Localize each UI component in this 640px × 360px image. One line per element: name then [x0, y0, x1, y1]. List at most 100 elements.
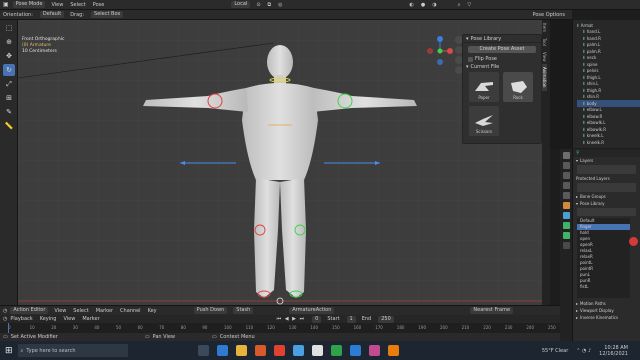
menu-key[interactable]: Key — [148, 308, 157, 314]
windows-start-icon[interactable]: ⊞ — [5, 346, 13, 356]
armature-data-tab-icon[interactable] — [562, 222, 570, 229]
shading-solid-icon[interactable]: ● — [421, 2, 425, 8]
overlay-icon[interactable]: ◐ — [409, 2, 413, 8]
viewport-display-section[interactable]: ▸ Viewport Display — [573, 307, 640, 314]
menu-pose[interactable]: Pose — [93, 2, 105, 8]
modifier-tab-icon[interactable] — [562, 212, 570, 219]
ruler-tick-label: 80 — [180, 325, 186, 330]
pose-thumbnail-paper[interactable]: Paper — [469, 72, 499, 102]
protected-layers-section[interactable]: Protected Layers — [573, 175, 640, 182]
output-tab-icon[interactable] — [562, 172, 570, 179]
outliner-item[interactable]: ⦀ kneelk.R — [577, 139, 640, 146]
app-icon[interactable] — [311, 345, 323, 356]
keying-menu[interactable]: Keying — [40, 316, 57, 322]
app-icon[interactable] — [292, 345, 304, 356]
editor-type-icon[interactable]: ◷ — [3, 308, 7, 314]
playhead[interactable] — [8, 323, 9, 333]
protected-layers-grid[interactable] — [577, 183, 636, 192]
pose-options-dropdown[interactable]: Pose Options — [533, 12, 565, 18]
tab-item[interactable]: Item — [542, 20, 547, 35]
transform-tool-icon[interactable]: ⊞ — [3, 92, 15, 104]
app-icon[interactable] — [330, 345, 342, 356]
action-name-field[interactable]: ArmatureAction — [289, 307, 335, 314]
rotate-tool-icon[interactable]: ↻ — [3, 64, 15, 76]
app-icon[interactable] — [368, 345, 380, 356]
tray-icons[interactable]: ⌃ ◔ ♪ — [576, 348, 591, 354]
clock-time[interactable]: 10:28 AM — [599, 345, 628, 351]
shading-material-icon[interactable]: ◑ — [432, 2, 436, 8]
bone-groups-section[interactable]: ▸ Bone Groups — [573, 193, 640, 200]
create-pose-asset-button[interactable]: Create Pose Asset — [468, 46, 536, 53]
pose-library-section[interactable]: ▾ Pose Library — [573, 200, 640, 207]
timeline-ruler[interactable]: 0 10 20 30 40 50 60 70 80 90 100 110 120 130 140 150 160… — [0, 323, 560, 333]
motion-paths-section[interactable]: ▸ Motion Paths — [573, 300, 640, 307]
menu-view[interactable]: View — [54, 308, 66, 314]
layers-grid[interactable] — [577, 165, 636, 174]
bone-icon: ⦀ — [583, 113, 585, 119]
tab-animation[interactable]: Animation — [542, 64, 547, 91]
menu-channel[interactable]: Channel — [120, 308, 141, 314]
push-down-button[interactable]: Push Down — [193, 307, 228, 314]
cursor-tool-icon[interactable]: ⊕ — [3, 36, 15, 48]
nearest-frame-dropdown[interactable]: Nearest Frame — [470, 307, 514, 314]
chevron-down-icon[interactable]: ▾ — [466, 36, 469, 42]
select-tool-icon[interactable]: ⬚ — [3, 22, 15, 34]
tab-view[interactable]: View — [542, 49, 547, 65]
pivot-icon[interactable]: ⊙ — [256, 2, 260, 8]
scale-tool-icon[interactable]: ⤢ — [3, 78, 15, 90]
world-tab-icon[interactable] — [562, 192, 570, 199]
current-frame-field[interactable]: 0 — [312, 315, 322, 323]
mode-dropdown[interactable]: Pose Mode — [12, 1, 46, 8]
orientation-dropdown[interactable]: Local — [231, 1, 251, 8]
bone-tab-icon[interactable] — [562, 232, 570, 239]
pose-thumbnail-scissors[interactable]: Scissors — [469, 106, 499, 136]
pose-slot-list[interactable]: Default finger hold open openR relaxL relaxR po… — [577, 218, 630, 298]
inverse-kinematics-section[interactable]: ▸ Inverse Kinematics — [573, 314, 640, 321]
playback-menu[interactable]: Playback — [10, 316, 32, 322]
weather-label[interactable]: 55°F Clear — [542, 348, 568, 354]
word-icon[interactable] — [349, 345, 361, 356]
task-view-icon[interactable] — [197, 345, 209, 356]
render-tab-icon[interactable] — [562, 162, 570, 169]
flip-pose-checkbox[interactable] — [468, 56, 473, 62]
view-menu[interactable]: View — [63, 316, 75, 322]
constraint-tab-icon[interactable] — [562, 242, 570, 249]
stash-button[interactable]: Stash — [233, 307, 254, 314]
object-tab-icon[interactable] — [562, 202, 570, 209]
menu-select[interactable]: Select — [73, 308, 88, 314]
edge-icon[interactable] — [216, 345, 228, 356]
transport-controls[interactable]: ⏮ ◀ ▶ ⏭ — [277, 316, 305, 322]
chevron-down-icon[interactable]: ▾ — [466, 64, 469, 70]
transform-orientation-dropdown[interactable]: Default — [39, 11, 65, 18]
proportional-icon[interactable]: ◎ — [278, 2, 282, 8]
editor-mode-dropdown[interactable]: Action Editor — [10, 307, 49, 314]
scene-tab-icon[interactable] — [562, 182, 570, 189]
start-frame-field[interactable]: 1 — [346, 315, 356, 323]
end-frame-field[interactable]: 250 — [378, 315, 394, 323]
marker-menu[interactable]: Marker — [82, 316, 99, 322]
drag-dropdown[interactable]: Select Box — [91, 11, 124, 18]
menu-marker[interactable]: Marker — [96, 308, 113, 314]
blender-icon[interactable] — [387, 345, 399, 356]
ruler-tick-label: 140 — [310, 325, 319, 330]
move-tool-icon[interactable]: ✥ — [3, 50, 15, 62]
filter-icon[interactable]: ▽ — [467, 2, 471, 8]
editor-type-icon[interactable]: ▣ — [3, 1, 9, 8]
search-icon[interactable]: ⌕ — [458, 2, 461, 8]
menu-select[interactable]: Select — [70, 2, 85, 8]
snap-icon[interactable]: ⧉ — [268, 2, 272, 8]
menu-view[interactable]: View — [51, 2, 63, 8]
office-icon[interactable] — [254, 345, 266, 356]
layers-section[interactable]: ▾ Layers — [573, 157, 640, 164]
pose-slot-item[interactable]: fistL — [577, 284, 630, 290]
firefox-icon[interactable] — [273, 345, 285, 356]
tool-tab-icon[interactable] — [562, 152, 570, 159]
pose-library-selector[interactable] — [577, 208, 636, 216]
search-box[interactable]: ⌕ Type here to search — [17, 344, 128, 357]
annotate-tool-icon[interactable]: ✎ — [3, 106, 15, 118]
measure-tool-icon[interactable]: 📏 — [3, 120, 15, 132]
pose-thumbnail-rock[interactable]: Rock — [503, 72, 533, 102]
explorer-icon[interactable] — [235, 345, 247, 356]
tab-tool[interactable]: Tool — [542, 35, 547, 49]
clock-date[interactable]: 12/16/2021 — [599, 351, 628, 357]
